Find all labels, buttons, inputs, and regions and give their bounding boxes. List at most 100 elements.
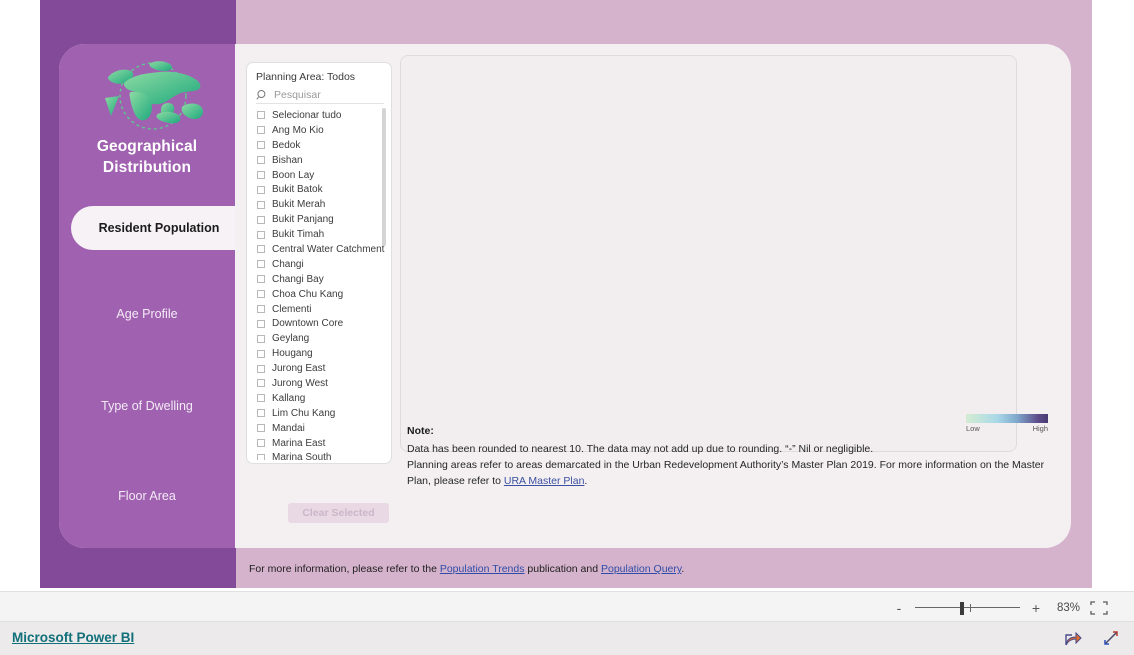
ura-master-plan-link[interactable]: URA Master Plan — [504, 475, 585, 487]
slicer-item-label: Bedok — [272, 139, 301, 151]
checkbox-icon[interactable] — [257, 215, 265, 224]
checkbox-icon[interactable] — [257, 275, 265, 284]
slicer-item[interactable]: Marina East — [253, 436, 391, 451]
checkbox-icon[interactable] — [257, 171, 265, 179]
slicer-item[interactable]: Boon Lay — [253, 168, 391, 183]
population-query-link[interactable]: Population Query — [601, 563, 681, 575]
checkbox-icon[interactable] — [257, 126, 265, 135]
slicer-item[interactable]: Clementi — [253, 302, 391, 317]
checkbox-icon[interactable] — [257, 245, 265, 254]
slicer-item[interactable]: Mandai — [253, 421, 391, 436]
sidebar-item-resident-population[interactable]: Resident Population — [71, 206, 235, 250]
share-icon — [1065, 631, 1082, 646]
search-placeholder: Pesquisar — [274, 89, 321, 101]
checkbox-icon[interactable] — [257, 319, 265, 328]
slicer-item[interactable]: Selecionar tudo — [253, 108, 391, 123]
fullscreen-button[interactable] — [1102, 629, 1120, 647]
fit-to-page-button[interactable] — [1090, 600, 1108, 615]
canvas-footer: For more information, please refer to th… — [249, 563, 684, 575]
note-line-2-prefix: Planning areas refer to areas demarcated… — [407, 459, 1045, 487]
checkbox-icon[interactable] — [257, 200, 265, 209]
population-trends-link[interactable]: Population Trends — [440, 563, 525, 575]
checkbox-icon[interactable] — [257, 260, 265, 269]
brand-bar: Microsoft Power BI — [0, 622, 1134, 655]
sidebar-item-age-profile[interactable]: Age Profile — [59, 307, 235, 321]
checkbox-icon[interactable] — [257, 111, 265, 120]
slicer-item[interactable]: Hougang — [253, 346, 391, 361]
slicer-item[interactable]: Geylang — [253, 331, 391, 346]
microsoft-power-bi-link[interactable]: Microsoft Power BI — [12, 630, 134, 645]
sidebar-item-label: Resident Population — [98, 221, 220, 235]
checkbox-icon[interactable] — [257, 439, 265, 448]
sidebar-item-floor-area[interactable]: Floor Area — [59, 489, 235, 503]
slicer-item-label: Marina East — [272, 437, 326, 449]
footer-suffix: . — [681, 563, 685, 575]
slicer-item-label: Changi — [272, 258, 304, 270]
slicer-item[interactable]: Marina South — [253, 450, 391, 460]
slicer-scrollbar-thumb[interactable] — [382, 108, 386, 246]
checkbox-icon[interactable] — [257, 394, 265, 403]
choropleth-map-visual[interactable] — [400, 55, 1017, 452]
slicer-item-label: Bukit Merah — [272, 199, 326, 211]
checkbox-icon[interactable] — [257, 349, 265, 358]
fit-to-page-icon — [1090, 600, 1108, 615]
slicer-item[interactable]: Changi Bay — [253, 272, 391, 287]
slicer-item[interactable]: Bedok — [253, 138, 391, 153]
checkbox-icon[interactable] — [257, 305, 265, 314]
checkbox-icon[interactable] — [257, 409, 265, 418]
slicer-item-label: Bukit Batok — [272, 184, 323, 196]
sidebar-item-label: Type of Dwelling — [101, 399, 193, 413]
checkbox-icon[interactable] — [257, 290, 265, 299]
zoom-in-button[interactable]: + — [1030, 600, 1042, 616]
slicer-item[interactable]: Bukit Batok — [253, 182, 391, 197]
checkbox-icon[interactable] — [257, 424, 265, 433]
bottom-toolbar: - + 83% — [0, 591, 1134, 622]
checkbox-icon[interactable] — [257, 364, 265, 373]
zoom-level-value: 83% — [1056, 601, 1080, 614]
zoom-slider[interactable] — [915, 601, 1020, 615]
slicer-item[interactable]: Central Water Catchment — [253, 242, 391, 257]
checkbox-icon[interactable] — [257, 141, 265, 150]
slicer-item[interactable]: Jurong West — [253, 376, 391, 391]
slicer-item[interactable]: Bukit Merah — [253, 197, 391, 212]
slicer-item-label: Jurong East — [272, 363, 326, 375]
sidebar-title: Geographical Distribution — [96, 138, 198, 176]
checkbox-icon[interactable] — [257, 334, 265, 343]
slicer-item[interactable]: Bishan — [253, 153, 391, 168]
clear-selected-button[interactable]: Clear Selected — [288, 503, 389, 523]
slicer-item-label: Jurong West — [272, 377, 328, 389]
slicer-item[interactable]: Lim Chu Kang — [253, 406, 391, 421]
slicer-item[interactable]: Downtown Core — [253, 316, 391, 331]
checkbox-icon[interactable] — [257, 156, 265, 165]
sidebar-item-type-of-dwelling[interactable]: Type of Dwelling — [59, 399, 235, 413]
slicer-item-label: Marina South — [272, 452, 332, 460]
search-input[interactable]: Pesquisar — [256, 87, 384, 104]
slicer-item-label: Choa Chu Kang — [272, 288, 344, 300]
slicer-item[interactable]: Kallang — [253, 391, 391, 406]
slicer-item-label: Bishan — [272, 154, 303, 166]
sidebar-item-label: Floor Area — [118, 489, 176, 503]
share-button[interactable] — [1064, 629, 1082, 647]
zoom-out-button[interactable]: - — [893, 600, 905, 616]
slicer-item-label: Changi Bay — [272, 273, 324, 285]
slicer-item[interactable]: Choa Chu Kang — [253, 287, 391, 302]
zoom-slider-thumb[interactable] — [960, 601, 964, 615]
slicer-item-label: Ang Mo Kio — [272, 124, 324, 136]
slicer-item[interactable]: Changi — [253, 257, 391, 272]
checkbox-icon[interactable] — [257, 453, 265, 460]
slicer-item[interactable]: Bukit Panjang — [253, 212, 391, 227]
checkbox-icon[interactable] — [257, 379, 265, 388]
slicer-header: Planning Area: Todos — [256, 71, 356, 83]
slicer-item[interactable]: Bukit Timah — [253, 227, 391, 242]
zoom-slider-tick — [970, 603, 971, 612]
slicer-item-label: Mandai — [272, 422, 305, 434]
note-line-1: Data has been rounded to nearest 10. The… — [407, 443, 874, 455]
slicer-list[interactable]: Selecionar tudo Ang Mo Kio Bedok Bishan Boon… — [253, 108, 391, 460]
planning-area-slicer[interactable]: Planning Area: Todos Pesquisar Seleciona… — [246, 62, 392, 464]
slicer-item[interactable]: Ang Mo Kio — [253, 123, 391, 138]
checkbox-icon[interactable] — [257, 230, 265, 239]
footer-middle: publication and — [524, 563, 601, 575]
world-map-icon — [105, 61, 204, 130]
slicer-item[interactable]: Jurong East — [253, 361, 391, 376]
checkbox-icon[interactable] — [257, 185, 265, 194]
